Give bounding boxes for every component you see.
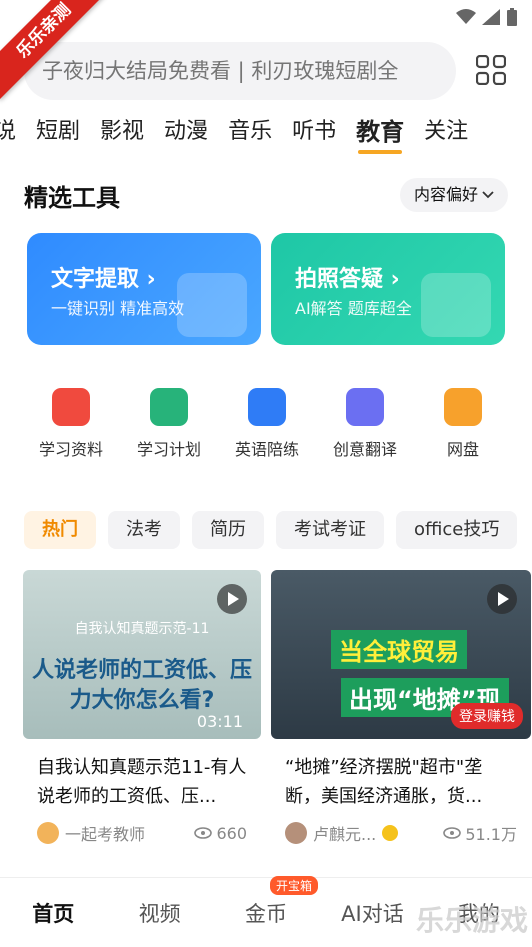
shortcut-english-practice[interactable]: 英语陪练 — [218, 388, 316, 460]
avatar[interactable] — [285, 822, 307, 844]
shortcut-label: 学习资料 — [38, 440, 103, 459]
app-screen: 乐乐亲测 说 短剧 影视 动漫 音乐 听书 教育 关注 精选工具 内容偏好 文字… — [0, 0, 532, 947]
shortcut-label: 网盘 — [446, 440, 479, 459]
content-preference-button[interactable]: 内容偏好 — [399, 178, 508, 212]
pref-label: 内容偏好 — [413, 185, 478, 204]
nav-video[interactable]: 视频 — [106, 898, 212, 928]
play-icon[interactable] — [217, 584, 247, 614]
login-earn-button[interactable]: 登录赚钱 — [451, 703, 523, 729]
tab-film[interactable]: 影视 — [90, 114, 154, 152]
status-icons — [456, 8, 518, 26]
chip-certification[interactable]: 考试考证 — [276, 511, 384, 549]
section-title: 精选工具 — [24, 184, 120, 212]
video-thumbnail[interactable]: 当全球贸易 出现“地摊”现 登录赚钱 — [271, 570, 531, 739]
video-title: 自我认知真题示范11-有人说老师的工资低、压... — [37, 757, 247, 807]
text-extract-card[interactable]: 文字提取 › 一键识别 精准高效 — [27, 233, 261, 345]
study-plan-icon — [150, 388, 188, 426]
tab-music[interactable]: 音乐 — [218, 114, 282, 152]
chip-resume[interactable]: 简历 — [192, 511, 264, 549]
video-card[interactable]: 当全球贸易 出现“地摊”现 登录赚钱 “地摊”经济摆脱"超市"垄断，美国经济通胀… — [271, 570, 531, 845]
card-title: 拍照答疑 › — [295, 267, 400, 292]
nav-ai-chat[interactable]: AI对话 — [319, 898, 425, 928]
category-tabs: 说 短剧 影视 动漫 音乐 听书 教育 关注 — [0, 114, 478, 154]
tab-education[interactable]: 教育 — [346, 114, 414, 154]
camera-icon — [421, 273, 491, 337]
study-material-icon — [52, 388, 90, 426]
video-thumbnail[interactable]: 自我认知真题示范-11 人说老师的工资低、压力大你怎么看? 03:11 — [23, 570, 261, 739]
chip-office[interactable]: office技巧 — [396, 511, 518, 549]
video-card[interactable]: 自我认知真题示范-11 人说老师的工资低、压力大你怎么看? 03:11 自我认知… — [23, 570, 261, 845]
signal-icon — [482, 9, 500, 25]
video-meta: 卢麒元... 51.1万 — [271, 821, 531, 845]
shortcut-translate[interactable]: 创意翻译 — [316, 388, 414, 460]
battery-icon — [507, 8, 517, 26]
thumb-headline: 当全球贸易 — [331, 630, 467, 669]
thumb-headline: 人说老师的工资低、压力大你怎么看? — [31, 658, 252, 713]
tab-short-drama[interactable]: 短剧 — [26, 114, 90, 152]
photo-answer-card[interactable]: 拍照答疑 › AI解答 题库超全 — [271, 233, 505, 345]
shortcut-cloud-drive[interactable]: 网盘 — [414, 388, 512, 460]
views-value: 51.1万 — [465, 825, 517, 844]
shortcut-study-material[interactable]: 学习资料 — [22, 388, 120, 460]
scan-icon — [177, 273, 247, 337]
verified-badge-icon — [382, 825, 399, 841]
nav-coins[interactable]: 金币 开宝箱 — [213, 875, 319, 928]
english-practice-icon — [248, 388, 286, 426]
avatar[interactable] — [37, 822, 59, 844]
play-icon[interactable] — [487, 584, 517, 614]
video-title: “地摊”经济摆脱"超市"垄断，美国经济通胀，货... — [285, 757, 483, 807]
card-title: 文字提取 › — [51, 267, 156, 292]
author-name[interactable]: 一起考教师 — [65, 821, 145, 845]
view-count: 51.1万 — [443, 821, 517, 845]
grid-menu-icon[interactable] — [476, 55, 506, 85]
filter-chips: 热门 法考 简历 考试考证 office技巧 — [24, 511, 518, 549]
cloud-drive-icon — [444, 388, 482, 426]
chip-law-exam[interactable]: 法考 — [108, 511, 180, 549]
view-count: 660 — [194, 824, 247, 843]
card-subtitle: 一键识别 精准高效 — [51, 299, 185, 318]
chip-hot[interactable]: 热门 — [24, 511, 96, 549]
shortcut-label: 学习计划 — [136, 440, 201, 459]
treasure-badge: 开宝箱 — [270, 875, 319, 895]
wifi-icon — [456, 9, 476, 24]
shortcut-row: 学习资料 学习计划 英语陪练 创意翻译 网盘 — [22, 388, 512, 460]
thumb-caption: 自我认知真题示范-11 — [74, 621, 210, 637]
chevron-down-icon — [482, 191, 494, 199]
shortcut-label: 创意翻译 — [332, 440, 397, 459]
search-bar[interactable] — [24, 42, 456, 100]
tab-novel[interactable]: 说 — [0, 114, 26, 152]
tab-audiobook[interactable]: 听书 — [282, 114, 346, 152]
video-duration: 03:11 — [196, 712, 243, 731]
translate-icon — [346, 388, 384, 426]
nav-coins-label: 金币 — [245, 901, 288, 926]
bottom-nav: 首页 视频 金币 开宝箱 AI对话 我的 乐乐游戏 — [0, 875, 532, 947]
shortcut-study-plan[interactable]: 学习计划 — [120, 388, 218, 460]
author-name[interactable]: 卢麒元... — [313, 821, 376, 845]
status-bar: 乐乐亲测 — [0, 0, 532, 100]
views-value: 660 — [216, 823, 247, 843]
video-meta: 一起考教师 660 — [23, 821, 261, 845]
eye-icon — [443, 827, 462, 839]
shortcut-label: 英语陪练 — [234, 440, 299, 459]
tab-anime[interactable]: 动漫 — [154, 114, 218, 152]
nav-home[interactable]: 首页 — [0, 898, 106, 928]
card-subtitle: AI解答 题库超全 — [295, 299, 412, 318]
eye-icon — [194, 827, 213, 839]
tab-follow[interactable]: 关注 — [414, 114, 478, 152]
search-input[interactable] — [24, 42, 456, 100]
watermark: 乐乐游戏 — [415, 904, 528, 937]
